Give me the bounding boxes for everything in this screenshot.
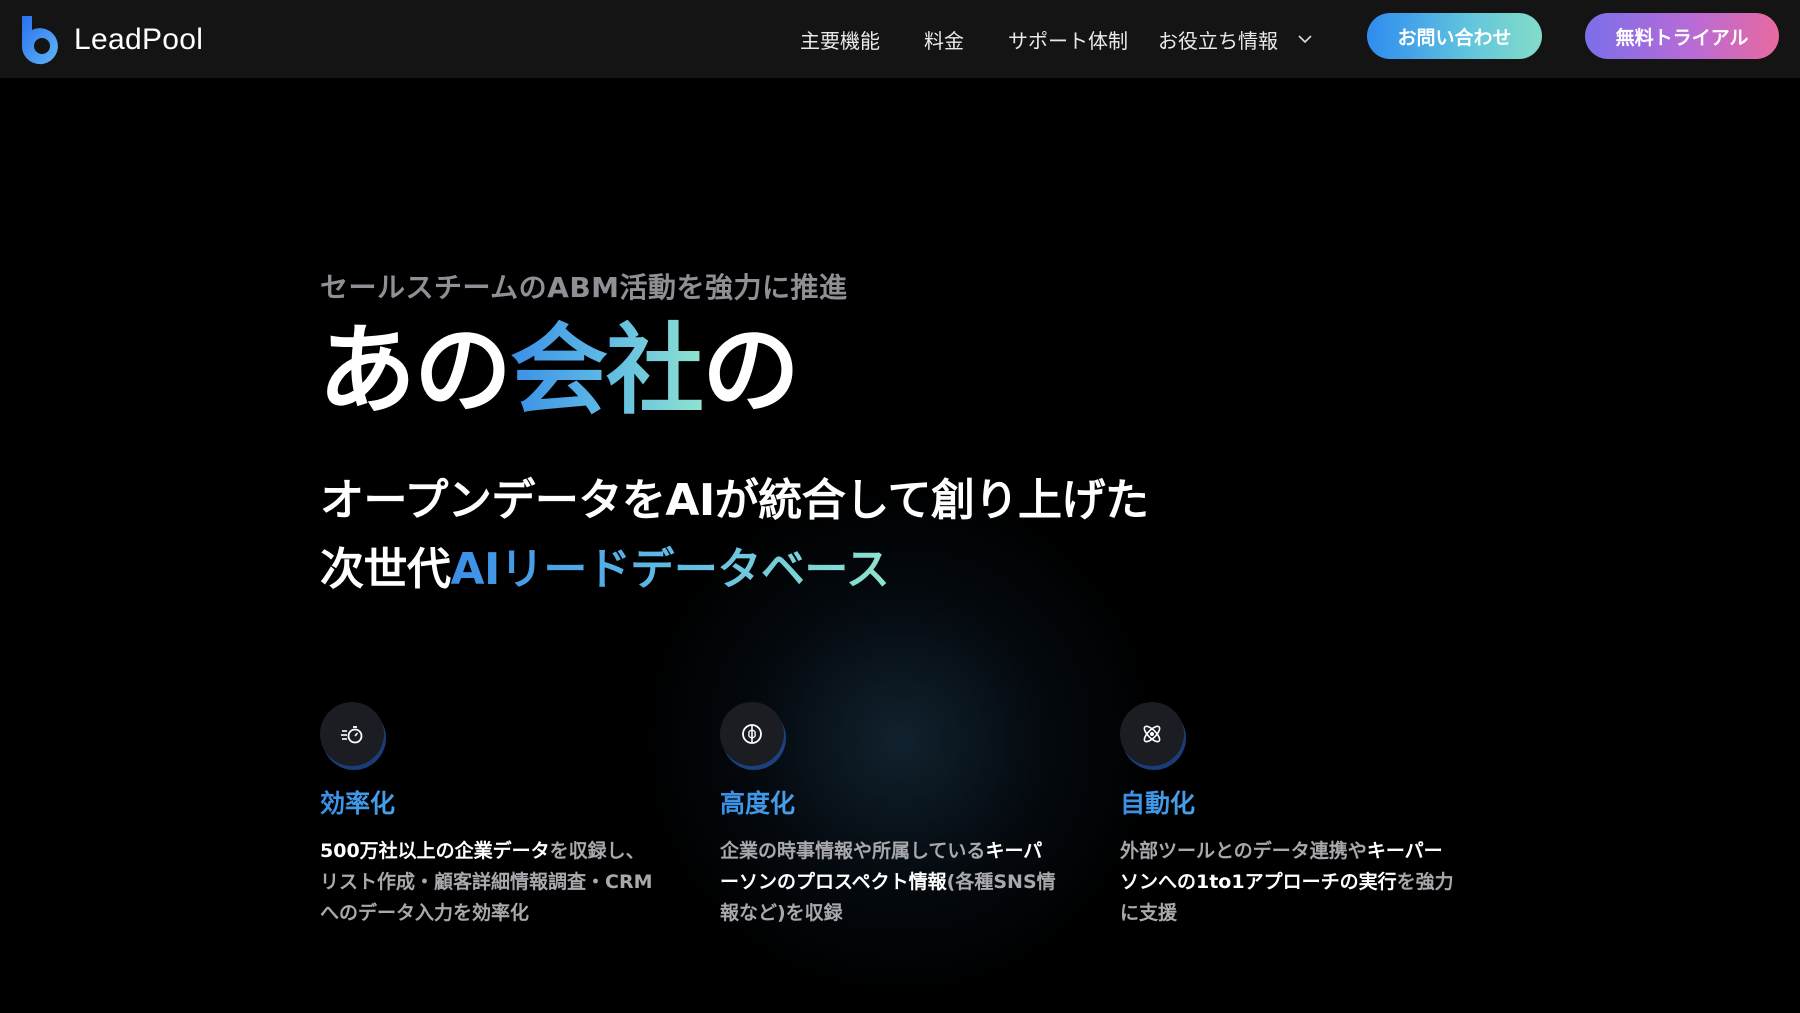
desc-text: リスト作成・顧客詳細情報調査・CRM: [320, 871, 653, 893]
nav-item-support[interactable]: サポート体制: [1008, 25, 1128, 54]
site-header: LeadPool 主要機能 料金 サポート体制 お役立ち情報 お問い合わせ 無料…: [0, 0, 1800, 78]
chevron-down-icon[interactable]: [1296, 30, 1314, 48]
desc-text: 企業の時事情報や所属している: [720, 840, 986, 862]
free-trial-button[interactable]: 無料トライアル: [1585, 13, 1779, 59]
feature-title: 効率化: [320, 784, 700, 820]
brain-icon: [720, 702, 784, 766]
feature-description: 500万社以上の企業データを収録し、 リスト作成・顧客詳細情報調査・CRM への…: [320, 836, 688, 929]
desc-highlight: キーパー: [1366, 840, 1443, 862]
desc-text: を強力: [1396, 871, 1454, 893]
subheadline-prefix: 次世代: [320, 544, 451, 595]
desc-highlight: 500万社以上の企業データ: [320, 840, 550, 862]
nav-item-resources[interactable]: お役立ち情報: [1158, 25, 1278, 54]
desc-highlight: キーパ: [985, 840, 1043, 862]
feature-description: 外部ツールとのデータ連携やキーパー ソンへの1to1アプローチの実行を強力 に支…: [1120, 836, 1488, 929]
brand-logo[interactable]: LeadPool: [20, 14, 203, 66]
hero-subheadline-1: オープンデータをAIが統合して創り上げた: [320, 475, 1149, 526]
hero-eyebrow: セールスチームのABM活動を強力に推進: [320, 271, 848, 304]
headline-part-3: の: [702, 314, 800, 428]
brand-name: LeadPool: [74, 23, 204, 56]
leadpool-logo-icon: [22, 16, 58, 65]
desc-text: 外部ツールとのデータ連携や: [1120, 840, 1367, 862]
feature-title: 高度化: [720, 784, 1100, 820]
atom-icon: [1120, 702, 1184, 766]
hero-subheadline-2: 次世代AIリードデータベース: [320, 533, 890, 597]
nav-item-pricing[interactable]: 料金: [924, 25, 964, 54]
headline-highlight: 会社: [510, 314, 704, 428]
desc-text: に支援: [1120, 902, 1178, 924]
desc-text: を収録し、: [549, 840, 645, 862]
feature-title: 自動化: [1120, 784, 1500, 820]
contact-button[interactable]: お問い合わせ: [1367, 13, 1542, 59]
feature-sophistication: 高度化 企業の時事情報や所属しているキーパ ーソンのプロスペクト情報(各種SNS…: [720, 702, 1100, 929]
main-nav: 主要機能 料金 サポート体制 お役立ち情報: [800, 0, 1314, 78]
feature-automation: 自動化 外部ツールとのデータ連携やキーパー ソンへの1to1アプローチの実行を強…: [1120, 702, 1500, 929]
desc-text: 報など)を収録: [720, 902, 843, 924]
subheadline-highlight: AIリードデータベース: [450, 544, 890, 595]
hero-headline: あの会社の: [318, 317, 800, 426]
feature-description: 企業の時事情報や所属しているキーパ ーソンのプロスペクト情報(各種SNS情 報な…: [720, 836, 1088, 929]
feature-efficiency: 効率化 500万社以上の企業データを収録し、 リスト作成・顧客詳細情報調査・CR…: [320, 702, 700, 929]
desc-highlight: ソンへの1to1アプローチの実行: [1120, 871, 1397, 893]
stopwatch-icon: [320, 702, 384, 766]
page: LeadPool 主要機能 料金 サポート体制 お役立ち情報 お問い合わせ 無料…: [0, 0, 1800, 1013]
nav-item-features[interactable]: 主要機能: [800, 25, 880, 54]
desc-highlight: ーソンのプロスペクト情報: [720, 871, 947, 893]
desc-text: (各種SNS情: [946, 871, 1056, 893]
headline-part-1: あの: [318, 314, 512, 428]
desc-text: へのデータ入力を効率化: [320, 902, 530, 924]
